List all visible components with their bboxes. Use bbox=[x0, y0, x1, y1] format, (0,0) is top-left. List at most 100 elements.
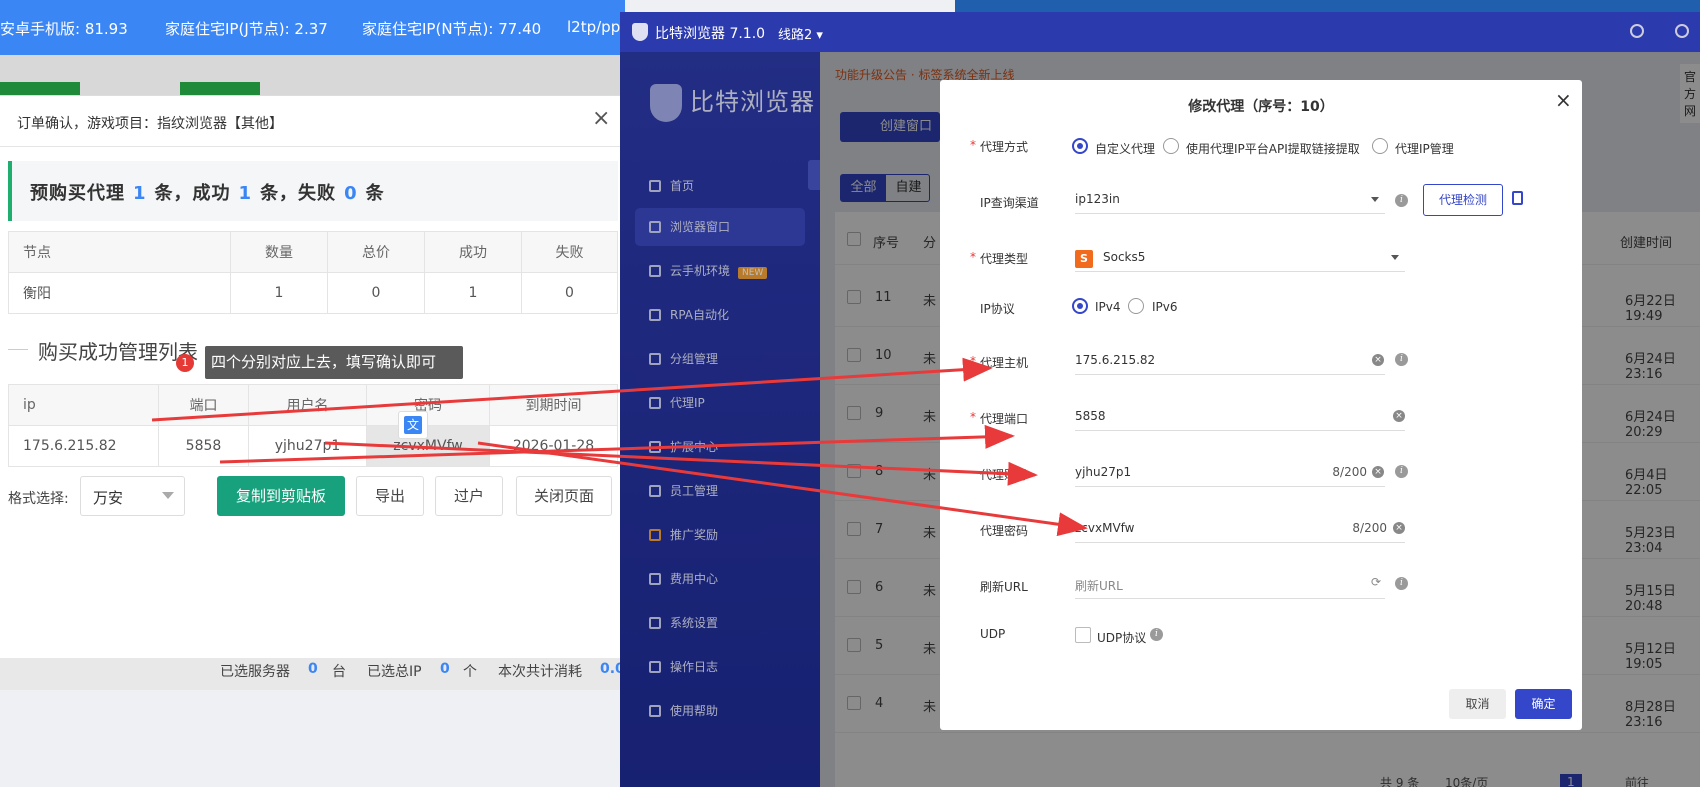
method-label: * 代理方式 bbox=[970, 138, 1029, 154]
password-label: 代理密码 bbox=[980, 524, 1029, 538]
info-icon: i bbox=[1150, 628, 1163, 641]
clear-icon[interactable]: × bbox=[1393, 410, 1405, 422]
info-icon: i bbox=[1395, 465, 1408, 478]
section-title: 购买成功管理列表 bbox=[38, 340, 198, 364]
radio-label: 使用代理IP平台API提取链接提取 bbox=[1186, 142, 1360, 156]
proxy-port-input[interactable]: 5858 bbox=[1075, 401, 1405, 431]
expiry-cell: 2026-01-28 bbox=[489, 425, 618, 467]
summary-text: 条，失败 bbox=[260, 183, 337, 204]
theme-toggle-icon[interactable] bbox=[1630, 24, 1644, 38]
radio-label: 代理IP管理 bbox=[1395, 142, 1454, 156]
column-header: 数量 bbox=[230, 231, 328, 273]
password-cell[interactable]: zcvxMVfw bbox=[366, 425, 490, 467]
host-label: * 代理主机 bbox=[970, 354, 1029, 370]
summary-fail: 0 bbox=[344, 183, 358, 204]
status-value: 0 bbox=[308, 661, 318, 677]
column-header: 总价 bbox=[327, 231, 425, 273]
table-row: 175.6.215.82 5858 yjhu27p1 zcvxMVfw 2026… bbox=[8, 425, 618, 467]
clear-icon[interactable]: × bbox=[1372, 466, 1384, 478]
status-unit: 台 bbox=[332, 664, 346, 680]
translate-icon[interactable]: 文 bbox=[398, 411, 428, 439]
line-label: 线路2 bbox=[778, 28, 813, 43]
close-page-button[interactable]: 关闭页面 bbox=[516, 476, 612, 516]
label-text: 代理主机 bbox=[980, 356, 1029, 370]
field-value: zcvxMVfw bbox=[1075, 521, 1135, 535]
close-icon[interactable]: × bbox=[1555, 88, 1572, 112]
channel-label: IP查询渠道 bbox=[980, 196, 1039, 210]
column-header: 失败 bbox=[521, 231, 618, 273]
format-select[interactable]: 万安 bbox=[80, 476, 185, 516]
summary-success: 1 bbox=[238, 183, 253, 204]
column-header: 用户名 bbox=[248, 384, 367, 426]
label-text: 代理方式 bbox=[980, 140, 1029, 154]
refresh-icon[interactable]: ⟳ bbox=[1371, 575, 1381, 589]
table-cell: 0 bbox=[327, 272, 425, 314]
udp-label: UDP bbox=[980, 627, 1006, 641]
type-label: * 代理类型 bbox=[970, 250, 1029, 266]
username-cell[interactable]: yjhu27p1 bbox=[248, 425, 367, 467]
table-row: 衡阳 1 0 1 0 bbox=[8, 272, 618, 314]
info-icon: i bbox=[1395, 577, 1408, 590]
modal-title: 修改代理（序号：10） bbox=[1188, 99, 1334, 115]
radio-api-extract[interactable] bbox=[1163, 138, 1179, 154]
copy-icon[interactable] bbox=[1512, 191, 1523, 205]
refresh-url-input[interactable]: 刷新URL ⟳ bbox=[1075, 569, 1385, 599]
balance-item: 家庭住宅IP(N节点): 77.40 bbox=[362, 20, 542, 38]
clear-icon[interactable]: × bbox=[1372, 354, 1384, 366]
ip-channel-select[interactable]: ip123in bbox=[1075, 184, 1385, 214]
translate-glyph: 文 bbox=[404, 416, 422, 434]
refresh-url-label: 刷新URL bbox=[980, 580, 1028, 594]
divider bbox=[0, 146, 620, 147]
confirm-button[interactable]: 确定 bbox=[1515, 689, 1572, 719]
clear-icon[interactable]: × bbox=[1393, 522, 1405, 534]
balance-item: l2tp/pp bbox=[567, 18, 621, 36]
purchased-proxy-table: ip 端口 用户名 密码 到期时间 175.6.215.82 5858 yjhu… bbox=[8, 384, 618, 467]
proxy-type-select[interactable]: Socks5 bbox=[1075, 242, 1405, 272]
divider bbox=[8, 349, 28, 350]
status-label: 本次共计消耗 bbox=[498, 664, 582, 680]
purchase-summary: 预购买代理 1 条，成功 1 条，失败 0 条 bbox=[8, 161, 618, 221]
line-selector[interactable]: 线路2 ▾ bbox=[778, 24, 823, 43]
char-counter: 8/200 bbox=[1332, 465, 1367, 479]
radio-proxy-ip-manage[interactable] bbox=[1372, 138, 1388, 154]
export-button[interactable]: 导出 bbox=[356, 476, 424, 516]
field-placeholder: 刷新URL bbox=[1075, 579, 1123, 593]
radio-ipv6[interactable] bbox=[1128, 298, 1144, 314]
green-tab bbox=[0, 82, 80, 95]
copy-to-clipboard-button[interactable]: 复制到剪贴板 bbox=[217, 476, 345, 516]
summary-count: 1 bbox=[133, 183, 147, 204]
udp-checkbox[interactable] bbox=[1075, 627, 1091, 643]
radio-label: 自定义代理 bbox=[1095, 142, 1156, 156]
proxy-account-input[interactable]: yjhu27p1 8/200 bbox=[1075, 457, 1385, 487]
cancel-button[interactable]: 取消 bbox=[1449, 689, 1506, 719]
radio-custom-proxy[interactable] bbox=[1072, 138, 1088, 154]
proxy-check-button[interactable]: 代理检测 bbox=[1423, 184, 1503, 216]
port-cell[interactable]: 5858 bbox=[158, 425, 249, 467]
port-label: * 代理端口 bbox=[970, 410, 1029, 426]
ip-cell[interactable]: 175.6.215.82 bbox=[8, 425, 159, 467]
field-value: 5858 bbox=[1075, 409, 1106, 423]
field-value: 175.6.215.82 bbox=[1075, 353, 1156, 367]
column-header: 节点 bbox=[8, 231, 231, 273]
transfer-button[interactable]: 过户 bbox=[435, 476, 503, 516]
support-icon[interactable] bbox=[1675, 24, 1689, 38]
info-icon: i bbox=[1395, 353, 1408, 366]
close-icon[interactable]: × bbox=[592, 106, 610, 131]
column-header: 密码 bbox=[366, 384, 490, 426]
socks-icon: S bbox=[1075, 250, 1093, 268]
table-cell: 0 bbox=[521, 272, 618, 314]
radio-ipv4[interactable] bbox=[1072, 298, 1088, 314]
status-value: 0 bbox=[440, 661, 450, 677]
proxy-password-input[interactable]: zcvxMVfw 8/200 bbox=[1075, 513, 1405, 543]
chevron-down-icon bbox=[1391, 255, 1399, 260]
top-balance-bar: 安卓手机版: 81.93 家庭住宅IP(J节点): 2.37 家庭住宅IP(N节… bbox=[0, 0, 625, 55]
table-cell: 1 bbox=[424, 272, 522, 314]
dialog-title: 订单确认，游戏项目：指纹浏览器【其他】 bbox=[17, 116, 283, 132]
modal-mask bbox=[620, 52, 820, 787]
table-cell: 1 bbox=[230, 272, 328, 314]
proxy-host-input[interactable]: 175.6.215.82 bbox=[1075, 345, 1385, 375]
order-confirm-dialog: 订单确认，游戏项目：指纹浏览器【其他】 × 预购买代理 1 条，成功 1 条，失败 0 条 … bbox=[0, 95, 620, 658]
field-value: ip123in bbox=[1075, 192, 1120, 206]
column-header: 到期时间 bbox=[489, 384, 618, 426]
radio-label: IPv6 bbox=[1152, 300, 1178, 314]
